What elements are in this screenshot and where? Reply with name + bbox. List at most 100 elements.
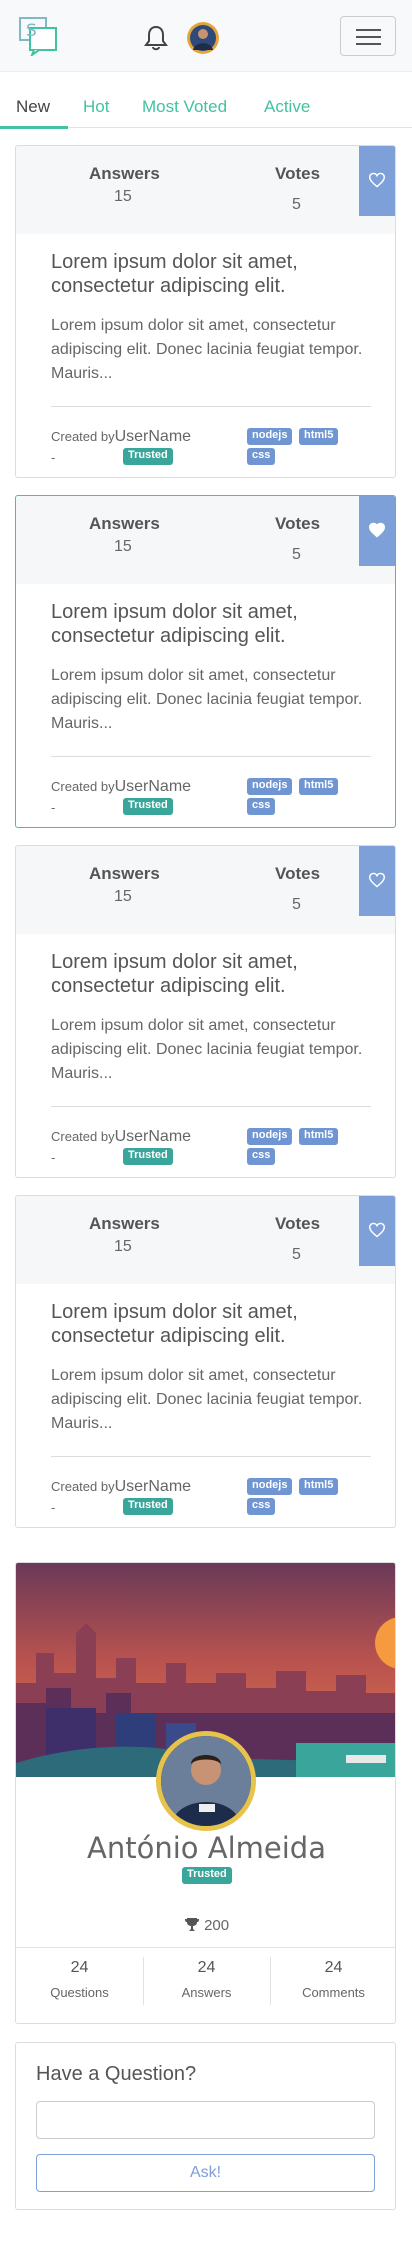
question-excerpt: Lorem ipsum dolor sit amet, consectetur … <box>51 1017 363 1082</box>
answers-count: 15 <box>114 538 132 555</box>
stat-comments-value: 24 <box>324 1959 343 1976</box>
favorite-button[interactable] <box>359 496 395 566</box>
heart-icon <box>368 522 386 538</box>
stat-answers-value: 24 <box>197 1959 216 1976</box>
logo[interactable]: S <box>18 16 58 58</box>
tab-active[interactable]: Active <box>264 97 310 117</box>
ask-button[interactable]: Ask! <box>36 2154 375 2192</box>
tab-bar: New Hot Most Voted Active <box>0 72 412 129</box>
trusted-badge: Trusted <box>123 1148 173 1165</box>
user-avatar[interactable] <box>187 22 219 54</box>
heart-icon <box>368 172 386 188</box>
profile-score: 200 <box>16 1917 395 1934</box>
card-divider <box>51 1456 371 1457</box>
favorite-button[interactable] <box>359 146 395 216</box>
votes-label: Votes <box>275 514 321 533</box>
card-divider <box>51 756 371 757</box>
votes-label: Votes <box>275 1214 321 1233</box>
author-line: Created byUserName <box>51 428 191 446</box>
question-stats: Answers 15 Votes 5 <box>16 846 395 934</box>
votes-count: 5 <box>292 196 301 213</box>
author-separator: - <box>51 1150 56 1165</box>
question-excerpt: Lorem ipsum dolor sit amet, consectetur … <box>51 1367 363 1432</box>
app-header: S <box>0 0 412 72</box>
author-separator: - <box>51 1500 56 1515</box>
question-excerpt: Lorem ipsum dolor sit amet, consectetur … <box>51 667 363 732</box>
stat-answers-label: Answers <box>181 1985 232 2000</box>
favorite-button[interactable] <box>359 846 395 916</box>
tag-nodejs[interactable]: nodejs <box>247 1128 293 1145</box>
answers-label: Answers <box>89 1214 160 1233</box>
question-card[interactable]: Answers 15 Votes 5 Lorem ipsum dolor sit… <box>15 495 396 828</box>
author-username[interactable]: UserName <box>115 1478 191 1495</box>
author-username[interactable]: UserName <box>115 428 191 445</box>
question-card[interactable]: Answers 15 Votes 5 Lorem ipsum dolor sit… <box>15 845 396 1178</box>
favorite-button[interactable] <box>359 1196 395 1266</box>
question-title[interactable]: Lorem ipsum dolor sit amet, consectetur … <box>51 250 371 298</box>
question-title[interactable]: Lorem ipsum dolor sit amet, consectetur … <box>51 1300 371 1348</box>
tag-css[interactable]: css <box>247 1148 276 1165</box>
tag-html5[interactable]: html5 <box>299 778 339 795</box>
author-username[interactable]: UserName <box>115 778 191 795</box>
tag-css[interactable]: css <box>247 798 276 815</box>
speech-bubbles-logo-icon: S <box>19 17 57 58</box>
created-by-label: Created by <box>51 429 115 444</box>
profile-card: António Almeida Trusted 200 24 Questions… <box>15 1562 396 2024</box>
author-line: Created byUserName <box>51 1478 191 1496</box>
tag-nodejs[interactable]: nodejs <box>247 1478 293 1495</box>
profile-stats-divider <box>16 1947 395 1948</box>
stat-questions-label: Questions <box>50 1985 109 2000</box>
created-by-label: Created by <box>51 1479 115 1494</box>
profile-avatar[interactable] <box>156 1731 256 1831</box>
votes-count: 5 <box>292 896 301 913</box>
answers-label: Answers <box>89 514 160 533</box>
tag-css[interactable]: css <box>247 1498 276 1515</box>
stat-comments-label: Comments <box>302 1985 365 2000</box>
tab-most-voted[interactable]: Most Voted <box>142 97 227 117</box>
votes-count: 5 <box>292 1246 301 1263</box>
question-card[interactable]: Answers 15 Votes 5 Lorem ipsum dolor sit… <box>15 145 396 478</box>
score-value: 200 <box>204 1917 230 1934</box>
tag-html5[interactable]: html5 <box>299 428 339 445</box>
card-divider <box>51 1106 371 1107</box>
tag-css[interactable]: css <box>247 448 276 465</box>
question-title[interactable]: Lorem ipsum dolor sit amet, consectetur … <box>51 950 371 998</box>
question-card[interactable]: Answers 15 Votes 5 Lorem ipsum dolor sit… <box>15 1195 396 1528</box>
profile-trusted-badge: Trusted <box>182 1867 232 1884</box>
answers-label: Answers <box>89 164 160 183</box>
trusted-badge: Trusted <box>123 448 173 465</box>
stat-comments[interactable]: 24 Comments <box>270 1959 395 2000</box>
answers-label: Answers <box>89 864 160 883</box>
votes-count: 5 <box>292 546 301 563</box>
tab-hot[interactable]: Hot <box>83 97 109 117</box>
ask-question-title: Have a Question? <box>36 2063 197 2085</box>
created-by-label: Created by <box>51 779 115 794</box>
heart-icon <box>368 872 386 888</box>
ask-question-panel: Have a Question? Ask! <box>15 2042 396 2210</box>
question-title[interactable]: Lorem ipsum dolor sit amet, consectetur … <box>51 600 371 648</box>
trophy-icon <box>184 1918 199 1931</box>
card-divider <box>51 406 371 407</box>
active-tab-indicator <box>0 126 68 129</box>
stat-answers[interactable]: 24 Answers <box>143 1959 270 2000</box>
author-separator: - <box>51 450 56 465</box>
tab-new[interactable]: New <box>16 97 50 117</box>
heart-icon <box>368 1222 386 1238</box>
tag-html5[interactable]: html5 <box>299 1478 339 1495</box>
hamburger-icon-line <box>356 36 381 38</box>
bell-icon[interactable] <box>142 24 170 52</box>
tag-nodejs[interactable]: nodejs <box>247 778 293 795</box>
author-username[interactable]: UserName <box>115 1128 191 1145</box>
tag-nodejs[interactable]: nodejs <box>247 428 293 445</box>
question-stats: Answers 15 Votes 5 <box>16 146 395 234</box>
question-input[interactable] <box>36 2101 375 2139</box>
tag-html5[interactable]: html5 <box>299 1128 339 1145</box>
question-stats: Answers 15 Votes 5 <box>16 1196 395 1284</box>
menu-button[interactable] <box>340 16 396 56</box>
stat-questions[interactable]: 24 Questions <box>16 1959 143 2000</box>
question-excerpt: Lorem ipsum dolor sit amet, consectetur … <box>51 317 363 382</box>
answers-count: 15 <box>114 1238 132 1255</box>
trusted-badge: Trusted <box>123 1498 173 1515</box>
question-stats: Answers 15 Votes 5 <box>16 496 395 584</box>
created-by-label: Created by <box>51 1129 115 1144</box>
